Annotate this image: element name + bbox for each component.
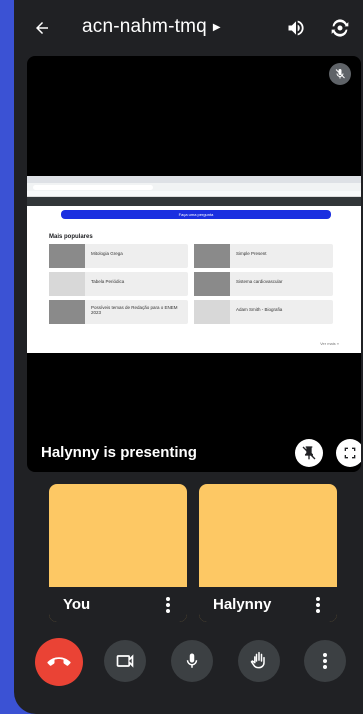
shared-page-body: Faça uma pergunta Mais populares Mitolog…: [27, 206, 361, 353]
presentation-stage[interactable]: Faça uma pergunta Mais populares Mitolog…: [27, 56, 361, 472]
raise-hand-button[interactable]: [238, 640, 280, 682]
see-more-link: Ver mais »: [320, 341, 339, 346]
switch-camera-button[interactable]: [328, 16, 352, 40]
more-options-button[interactable]: [304, 640, 346, 682]
end-call-button[interactable]: [35, 638, 83, 686]
microphone-icon: [186, 653, 198, 668]
participant-tile-halynny[interactable]: Halynny: [199, 484, 337, 622]
more-vertical-icon: [323, 653, 327, 669]
fullscreen-icon: [344, 447, 356, 459]
call-controls: [14, 638, 363, 686]
caret-right-icon: ▶: [212, 21, 221, 33]
more-vertical-icon: [316, 596, 320, 613]
browser-tab-strip: [27, 176, 361, 183]
phone-hangup-icon: [47, 657, 71, 666]
browser-address-bar: [27, 183, 361, 191]
speaker-icon: [288, 20, 304, 36]
item-thumbnail: [194, 300, 230, 324]
arrow-left-icon: [36, 22, 48, 34]
item-thumbnail: [49, 300, 85, 324]
shared-screen: Faça uma pergunta Mais populares Mitolog…: [27, 176, 361, 353]
presenting-label: Halynny is presenting: [41, 444, 197, 461]
section-title: Mais populares: [49, 234, 93, 240]
video-camera-icon: [116, 654, 134, 668]
camera-toggle-button[interactable]: [104, 640, 146, 682]
list-item: Simple Present: [194, 244, 333, 268]
participant-tile-you[interactable]: You: [49, 484, 187, 622]
unpin-button[interactable]: [295, 439, 323, 467]
participant-name-bar: Halynny: [199, 587, 337, 622]
list-item: Mitologia Grega: [49, 244, 188, 268]
participant-name: You: [63, 596, 91, 613]
meet-screen: acn-nahm-tmq ▶ Faça uma pergunta Mais po…: [14, 0, 363, 714]
list-item: Adam Smith - Biografia: [194, 300, 333, 324]
pin-off-icon: [302, 446, 316, 460]
participant-options-button[interactable]: [309, 595, 327, 615]
ask-question-button: Faça uma pergunta: [61, 210, 331, 219]
raise-hand-icon: [250, 651, 265, 669]
participant-options-button[interactable]: [159, 595, 177, 615]
meeting-code: acn-nahm-tmq: [82, 16, 207, 37]
back-button[interactable]: [28, 14, 56, 42]
list-item: Sistema cardiovascular: [194, 272, 333, 296]
item-thumbnail: [49, 272, 85, 296]
speaker-button[interactable]: [284, 16, 308, 40]
top-bar: acn-nahm-tmq ▶: [14, 0, 363, 56]
pdf-toolbar: [27, 197, 361, 206]
item-thumbnail: [49, 244, 85, 268]
meeting-code-button[interactable]: acn-nahm-tmq ▶: [82, 16, 221, 38]
list-item: Tabela Periódica: [49, 272, 188, 296]
participant-name-bar: You: [49, 587, 187, 622]
fullscreen-button[interactable]: [336, 439, 361, 467]
mic-toggle-button[interactable]: [171, 640, 213, 682]
mic-off-icon: [335, 69, 345, 79]
mic-muted-badge: [329, 63, 351, 85]
item-thumbnail: [194, 272, 230, 296]
list-item: Possíveis temas de Redação para o ENEM 2…: [49, 300, 188, 324]
participant-name: Halynny: [213, 596, 272, 613]
camera-switch-icon: [331, 19, 349, 37]
more-vertical-icon: [166, 596, 170, 613]
item-thumbnail: [194, 244, 230, 268]
